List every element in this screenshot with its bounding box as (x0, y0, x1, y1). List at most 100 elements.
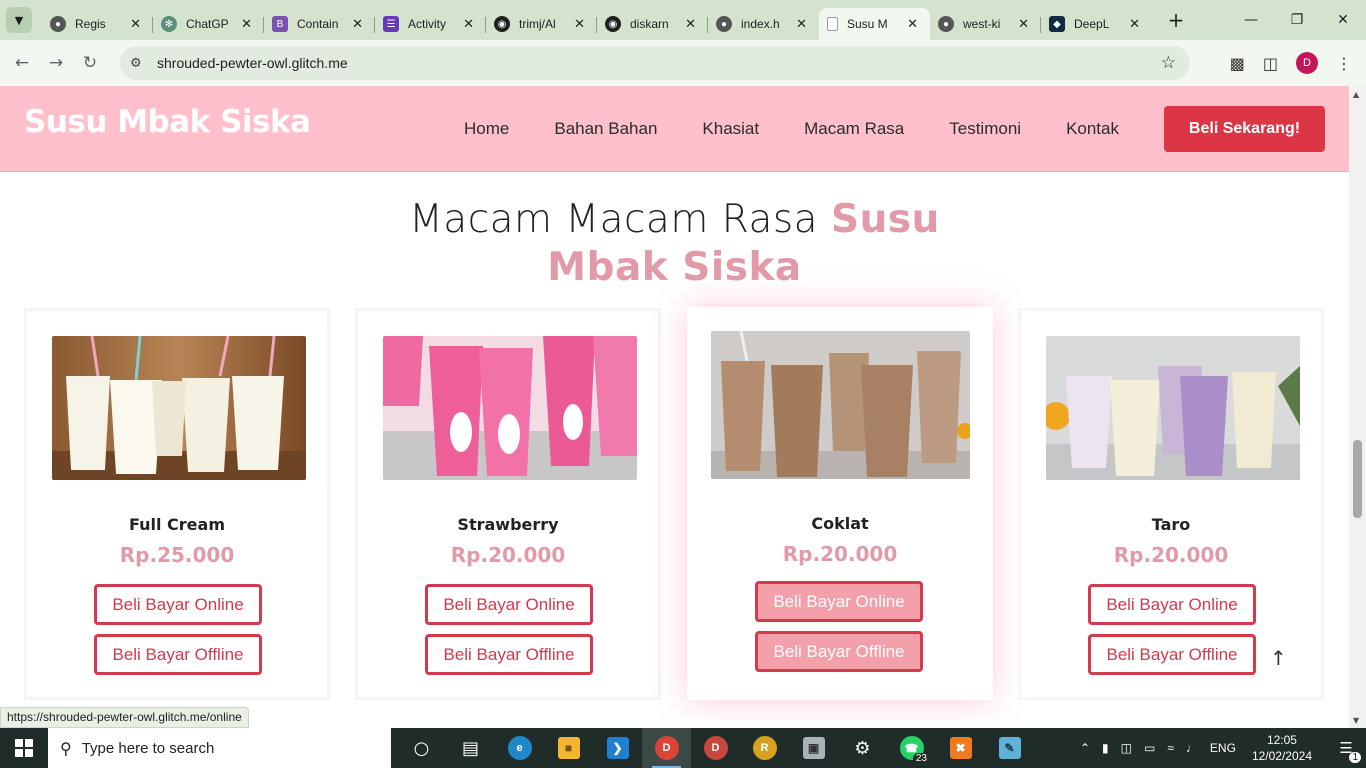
menu-kebab-icon[interactable]: ⋮ (1336, 54, 1352, 73)
tab-title: ChatGP (186, 17, 229, 31)
buy-offline-button[interactable]: Beli Bayar Offline (94, 634, 262, 675)
volume-icon[interactable]: ♩ (1186, 741, 1198, 755)
reload-icon[interactable]: ↻ (73, 53, 107, 73)
close-icon[interactable]: ✕ (1018, 16, 1029, 32)
task-view-icon[interactable]: ▤ (446, 728, 495, 768)
product-price: Rp.20.000 (1113, 543, 1229, 567)
chrome-icon[interactable]: D (642, 728, 691, 768)
display-icon[interactable]: ▭ (1144, 741, 1155, 755)
close-window-icon[interactable]: ✕ (1320, 0, 1366, 40)
window-controls: — ❐ ✕ (1228, 0, 1366, 40)
buy-online-button[interactable]: Beli Bayar Online (1088, 584, 1256, 625)
scroll-up-icon[interactable]: ▲ (1353, 90, 1359, 99)
taskbar-search[interactable]: ⚲ Type here to search (48, 728, 391, 768)
restore-icon[interactable]: ❐ (1274, 0, 1320, 40)
close-icon[interactable]: ✕ (796, 16, 807, 32)
edge-icon[interactable]: e (495, 728, 544, 768)
minimize-icon[interactable]: — (1228, 0, 1274, 40)
scroll-down-icon[interactable]: ▼ (1353, 716, 1359, 725)
globe-icon: ● (938, 16, 954, 32)
buy-offline-button[interactable]: Beli Bayar Offline (1088, 634, 1256, 675)
clock-time: 12:05 (1266, 733, 1297, 747)
page-scrollbar[interactable]: ▲ ▼ (1349, 86, 1366, 728)
notification-center-icon[interactable]: ☰ 1 (1326, 728, 1366, 768)
nav-kontak[interactable]: Kontak (1066, 119, 1119, 139)
tab-west-ki[interactable]: ● west-ki ✕ (930, 8, 1041, 40)
section-title: Macam Macam Rasa Susu Mbak Siska (0, 196, 1349, 292)
chatgpt-icon: ✻ (161, 16, 177, 32)
buy-online-button[interactable]: Beli Bayar Online (94, 584, 262, 625)
tab-diskarn[interactable]: ◉ diskarn ✕ (597, 8, 708, 40)
device-icon[interactable]: ◫ (1121, 741, 1132, 755)
buy-offline-button[interactable]: Beli Bayar Offline (755, 631, 923, 672)
image-viewer-icon[interactable]: ▣ (789, 728, 838, 768)
vscode-icon[interactable]: ❯ (593, 728, 642, 768)
tab-list: ● Regis ✕ ✻ ChatGP ✕ B Contain ✕ ☰ Activity ✕ ◉ t… (42, 0, 1152, 40)
buy-offline-button[interactable]: Beli Bayar Offline (425, 634, 593, 675)
side-panel-icon[interactable]: ◫ (1263, 54, 1278, 73)
chrome-profile-icon[interactable]: D (691, 728, 740, 768)
forward-icon[interactable]: → (39, 53, 73, 73)
tab-search-button[interactable]: ▼ (6, 7, 32, 33)
bookmark-star-icon[interactable]: ☆ (1161, 53, 1176, 73)
tab-index[interactable]: ● index.h ✕ (708, 8, 819, 40)
product-price: Rp.20.000 (782, 542, 898, 566)
close-icon[interactable]: ✕ (352, 16, 363, 32)
url-text[interactable]: shrouded-pewter-owl.glitch.me (157, 55, 348, 71)
tab-deepl[interactable]: ◆ DeepL ✕ (1041, 8, 1152, 40)
start-button[interactable] (0, 728, 48, 768)
tray-overflow-icon[interactable]: ⌃ (1080, 741, 1090, 755)
clock[interactable]: 12:05 12/02/2024 (1252, 732, 1312, 764)
site-info-icon[interactable]: ⚙ (130, 56, 150, 71)
new-tab-button[interactable]: + (1162, 8, 1190, 32)
coklat-image (711, 331, 970, 479)
buy-now-button[interactable]: Beli Sekarang! (1164, 106, 1325, 152)
notepad-icon[interactable]: ✎ (985, 728, 1034, 768)
scrollbar-thumb[interactable] (1353, 440, 1362, 518)
close-icon[interactable]: ✕ (907, 16, 918, 32)
settings-icon[interactable]: ⚙ (838, 728, 887, 768)
extensions-icon[interactable]: ▩ (1230, 54, 1245, 73)
tab-trimj[interactable]: ◉ trimj/Al ✕ (486, 8, 597, 40)
close-icon[interactable]: ✕ (574, 16, 585, 32)
buy-online-button[interactable]: Beli Bayar Online (755, 581, 923, 622)
battery-icon[interactable]: ▮ (1102, 741, 1109, 755)
close-icon[interactable]: ✕ (241, 16, 252, 32)
file-explorer-icon[interactable]: ■ (544, 728, 593, 768)
back-icon[interactable]: ← (5, 53, 39, 73)
close-icon[interactable]: ✕ (463, 16, 474, 32)
nav-home[interactable]: Home (464, 119, 509, 139)
back-to-top-icon[interactable]: ↑ (1270, 646, 1287, 670)
close-icon[interactable]: ✕ (685, 16, 696, 32)
nav-bahan-bahan[interactable]: Bahan Bahan (554, 119, 657, 139)
tab-title: diskarn (630, 17, 669, 31)
cortana-icon[interactable]: ○ (397, 728, 446, 768)
product-name: Strawberry (457, 515, 559, 534)
tab-chatgpt[interactable]: ✻ ChatGP ✕ (153, 8, 264, 40)
link-status-bubble: https://shrouded-pewter-owl.glitch.me/on… (0, 707, 249, 728)
product-price: Rp.25.000 (119, 543, 235, 567)
tab-regis[interactable]: ● Regis ✕ (42, 8, 153, 40)
tab-contain[interactable]: B Contain ✕ (264, 8, 375, 40)
language-indicator[interactable]: ENG (1210, 741, 1236, 755)
address-bar[interactable]: ⚙ shrouded-pewter-owl.glitch.me ☆ (120, 46, 1190, 80)
buy-online-button[interactable]: Beli Bayar Online (425, 584, 593, 625)
whatsapp-icon[interactable]: ☎ 23 (887, 728, 936, 768)
profile-avatar[interactable]: D (1296, 52, 1318, 74)
nav-macam-rasa[interactable]: Macam Rasa (804, 119, 904, 139)
bootstrap-icon: B (272, 16, 288, 32)
tab-activity[interactable]: ☰ Activity ✕ (375, 8, 486, 40)
search-placeholder[interactable]: Type here to search (82, 740, 215, 757)
tab-susu-mbak-siska[interactable]: Susu M ✕ (819, 8, 930, 40)
nav-khasiat[interactable]: Khasiat (702, 119, 759, 139)
nav-testimoni[interactable]: Testimoni (949, 119, 1021, 139)
close-icon[interactable]: ✕ (1129, 16, 1140, 32)
strawberry-image (383, 336, 637, 480)
tab-title: Regis (75, 17, 106, 31)
chrome-profile-2-icon[interactable]: R (740, 728, 789, 768)
brand-logo[interactable]: Susu Mbak Siska (24, 104, 311, 140)
close-icon[interactable]: ✕ (130, 16, 141, 32)
wifi-icon[interactable]: ≈ (1167, 741, 1174, 755)
xampp-icon[interactable]: ✖ (936, 728, 985, 768)
tab-title: west-ki (963, 17, 1001, 31)
